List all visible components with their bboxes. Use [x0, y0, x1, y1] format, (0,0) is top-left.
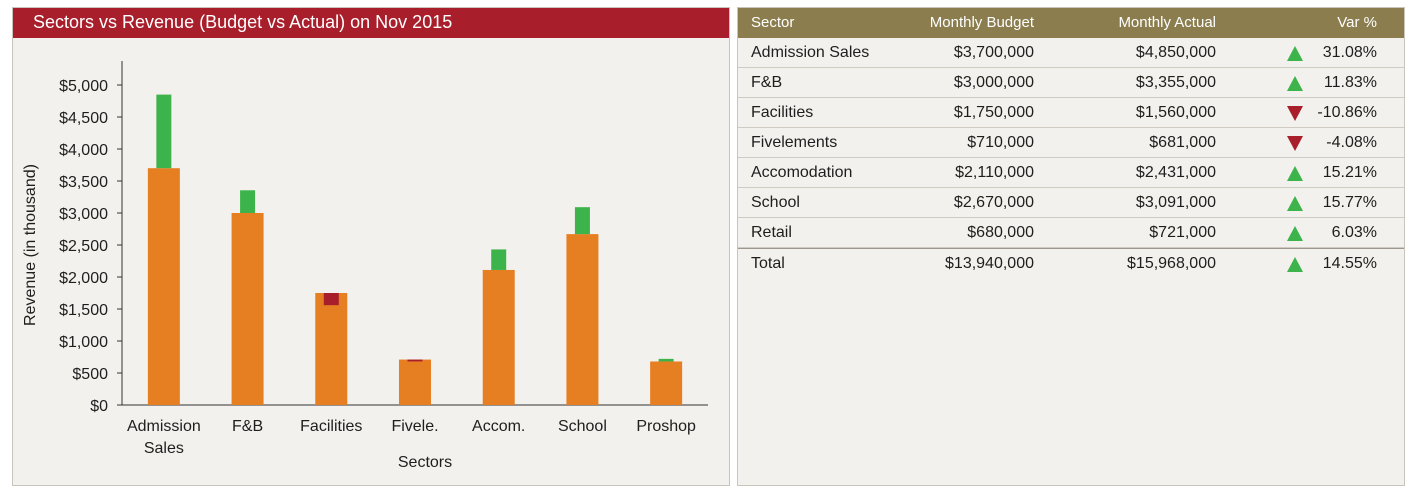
- down-arrow-icon: [1287, 136, 1303, 151]
- actual-cell: $721,000: [1149, 224, 1216, 241]
- up-arrow-icon: [1287, 196, 1303, 211]
- y-tick-label: $3,000: [59, 206, 108, 223]
- sector-cell: Fivelements: [751, 134, 838, 151]
- actual-cell: $1,560,000: [1135, 104, 1216, 121]
- variance-table: Sector Monthly Budget Monthly Actual Var…: [737, 7, 1405, 486]
- actual-variance-bar: [574, 207, 590, 235]
- up-arrow-icon: [1287, 257, 1303, 272]
- actual-cell: $681,000: [1149, 134, 1216, 151]
- x-tick-label: Proshop: [636, 418, 696, 435]
- actual-cell: $3,355,000: [1135, 74, 1216, 91]
- actual-variance-bar: [240, 190, 256, 213]
- variance-cell: 31.08%: [1322, 44, 1377, 61]
- y-tick-label: $2,000: [59, 270, 108, 287]
- budget-cell: $680,000: [967, 224, 1034, 241]
- sector-cell: Facilities: [751, 104, 814, 121]
- chart-header: Sectors vs Revenue (Budget vs Actual) on…: [13, 8, 729, 38]
- actual-cell: $15,968,000: [1127, 255, 1216, 272]
- table-row: School $2,670,000 $3,091,000 15.77%: [738, 188, 1404, 218]
- table-row: F&B $3,000,000 $3,355,000 11.83%: [738, 68, 1404, 98]
- x-tick-label: Accom.: [472, 418, 525, 435]
- actual-cell: $2,431,000: [1135, 164, 1216, 181]
- sector-cell: Total: [751, 255, 785, 272]
- variance-cell: -10.86%: [1317, 104, 1377, 121]
- budget-bar: [650, 361, 683, 405]
- variance-cell: 15.77%: [1322, 194, 1377, 211]
- budget-bar: [147, 168, 180, 405]
- sector-cell: Admission Sales: [751, 44, 870, 61]
- y-tick-label: $1,000: [59, 334, 108, 351]
- table-row: Retail $680,000 $721,000 6.03%: [738, 218, 1404, 248]
- table-row: Facilities $1,750,000 $1,560,000 -10.86%: [738, 98, 1404, 128]
- budget-bar: [566, 234, 599, 405]
- variance-cell: 6.03%: [1331, 224, 1377, 241]
- actual-variance-bar: [407, 359, 423, 362]
- actual-cell: $4,850,000: [1135, 44, 1216, 61]
- chart-panel: Sectors vs Revenue (Budget vs Actual) on…: [12, 7, 730, 486]
- up-arrow-icon: [1287, 76, 1303, 91]
- chart-title: Sectors vs Revenue (Budget vs Actual) on…: [33, 12, 453, 32]
- budget-cell: $710,000: [967, 134, 1034, 151]
- y-tick-label: $0: [90, 398, 108, 415]
- down-arrow-icon: [1287, 106, 1303, 121]
- x-axis-label: Sectors: [398, 454, 452, 471]
- sector-cell: Retail: [751, 224, 792, 241]
- up-arrow-icon: [1287, 226, 1303, 241]
- up-arrow-icon: [1287, 46, 1303, 61]
- y-tick-label: $1,500: [59, 302, 108, 319]
- budget-bar: [315, 293, 348, 405]
- y-tick-label: $4,500: [59, 110, 108, 127]
- y-tick-label: $4,000: [59, 142, 108, 159]
- budget-bar: [399, 359, 431, 405]
- actual-variance-bar: [491, 249, 507, 270]
- table-header: Sector Monthly Budget Monthly Actual Var…: [738, 8, 1404, 38]
- actual-variance-bar: [658, 358, 674, 362]
- y-tick-label: $2,500: [59, 238, 108, 255]
- actual-variance-bar: [323, 293, 339, 306]
- budget-cell: $3,700,000: [953, 44, 1034, 61]
- budget-cell: $13,940,000: [945, 255, 1034, 272]
- header-var: Var %: [1337, 14, 1377, 31]
- header-budget: Monthly Budget: [929, 14, 1034, 31]
- budget-cell: $1,750,000: [953, 104, 1034, 121]
- table-row: Accomodation $2,110,000 $2,431,000 15.21%: [738, 158, 1404, 188]
- x-tick-label: School: [558, 418, 607, 435]
- table-total-row: Total $13,940,000 $15,968,000 14.55%: [738, 248, 1404, 278]
- x-tick-label: Admission: [127, 418, 201, 435]
- sector-cell: F&B: [751, 74, 783, 91]
- budget-cell: $2,110,000: [955, 164, 1034, 181]
- bar-chart: $0 $500 $1,000 $1,500 $2,000 $2,500 $3,000 $3,5…: [22, 61, 708, 471]
- y-tick-label: $500: [72, 366, 108, 383]
- y-axis-label: Revenue (in thousand): [22, 164, 39, 326]
- budget-cell: $2,670,000: [953, 194, 1034, 211]
- table-row: Admission Sales $3,700,000 $4,850,000 31.08…: [738, 38, 1404, 68]
- sector-cell: School: [751, 194, 800, 211]
- variance-cell: 14.55%: [1322, 255, 1377, 272]
- x-tick-label: Fivele.: [391, 418, 438, 435]
- up-arrow-icon: [1287, 166, 1303, 181]
- y-tick-label: $5,000: [59, 78, 108, 95]
- budget-cell: $3,000,000: [953, 74, 1034, 91]
- sector-cell: Accomodation: [751, 164, 853, 181]
- budget-bar: [231, 213, 264, 405]
- variance-cell: 15.21%: [1322, 164, 1377, 181]
- budget-bar: [482, 269, 515, 405]
- x-tick-label: F&B: [232, 418, 263, 435]
- table-row: Fivelements $710,000 $681,000 -4.08%: [738, 128, 1404, 158]
- x-tick-label: Facilities: [300, 418, 362, 435]
- x-tick-label: Sales: [144, 440, 184, 457]
- header-sector: Sector: [751, 14, 795, 31]
- variance-cell: -4.08%: [1326, 134, 1377, 151]
- actual-cell: $3,091,000: [1135, 194, 1216, 211]
- header-actual: Monthly Actual: [1118, 14, 1216, 31]
- variance-cell: 11.83%: [1323, 74, 1377, 91]
- y-tick-label: $3,500: [59, 174, 108, 191]
- actual-variance-bar: [156, 94, 172, 169]
